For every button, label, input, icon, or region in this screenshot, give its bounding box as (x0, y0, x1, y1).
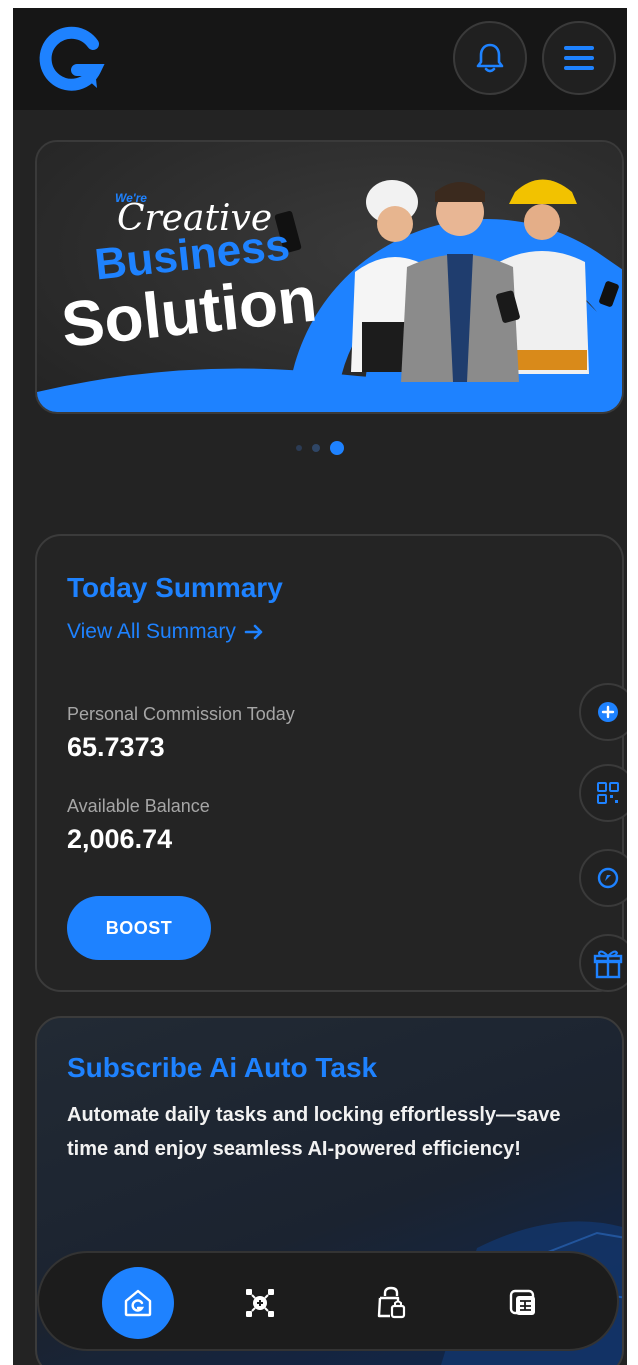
lock-bag-icon (377, 1286, 406, 1319)
plus-circle-icon (598, 702, 618, 722)
top-bar (13, 8, 627, 110)
menu-button[interactable] (542, 21, 616, 95)
hamburger-menu-icon (564, 46, 594, 70)
qr-code-icon (597, 782, 619, 804)
compass-icon (597, 867, 619, 889)
wallet-icon (509, 1289, 535, 1315)
banner-graphic: We're Creative Business Solution (37, 142, 622, 412)
nav-locked[interactable] (355, 1267, 427, 1339)
nav-tasks[interactable] (224, 1267, 296, 1339)
notification-button[interactable] (453, 21, 527, 95)
balance-label: Available Balance (67, 796, 210, 816)
commission-value: 65.7373 (67, 732, 165, 762)
view-all-summary-link[interactable]: View All Summary (67, 620, 264, 644)
app-screen: We're Creative Business Solution Today S… (13, 8, 627, 1365)
task-grid-icon (246, 1289, 274, 1317)
bottom-navigation (37, 1251, 619, 1351)
summary-title: Today Summary (67, 572, 283, 603)
bell-icon (476, 43, 504, 73)
nav-home[interactable] (102, 1267, 174, 1339)
ai-task-description: Automate daily tasks and locking effortl… (67, 1104, 561, 1160)
gift-icon (593, 950, 623, 979)
view-all-label: View All Summary (67, 620, 236, 643)
today-summary-card: Today Summary View All Summary Personal … (35, 534, 624, 992)
ai-task-title: Subscribe Ai Auto Task (67, 1052, 378, 1083)
g-logo-icon[interactable] (37, 26, 107, 92)
promo-banner[interactable]: We're Creative Business Solution (35, 140, 624, 414)
boost-button[interactable]: BOOST (67, 896, 211, 960)
home-icon (124, 1289, 152, 1317)
carousel-dot-active[interactable] (330, 441, 344, 455)
nav-wallet[interactable] (487, 1267, 559, 1339)
arrow-right-icon (244, 624, 263, 640)
carousel-dot[interactable] (312, 444, 320, 452)
carousel-dot[interactable] (296, 445, 302, 451)
commission-label: Personal Commission Today (67, 704, 295, 724)
balance-value: 2,006.74 (67, 824, 173, 854)
carousel-indicator[interactable] (13, 441, 627, 455)
